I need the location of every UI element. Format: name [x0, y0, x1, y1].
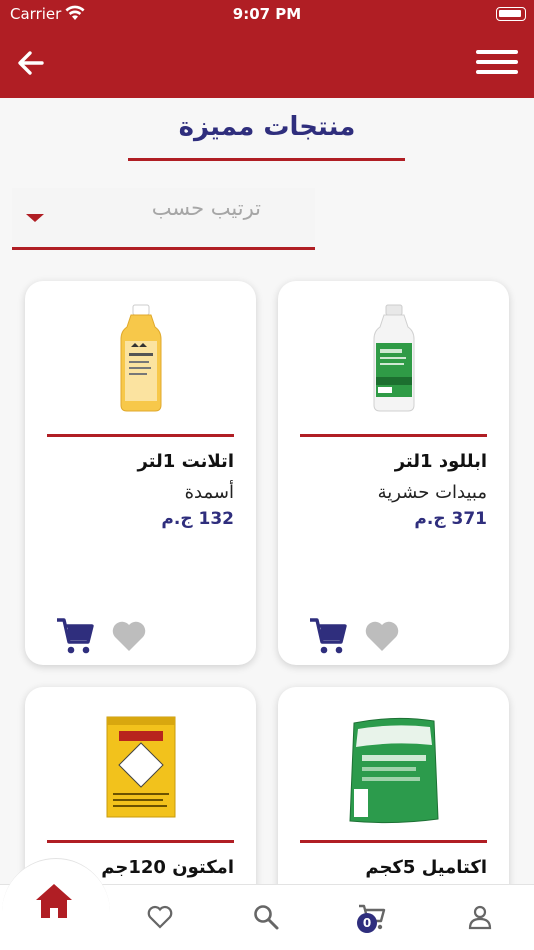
- tab-search[interactable]: [241, 894, 291, 940]
- product-image: [278, 303, 509, 413]
- app-bar: [0, 28, 534, 98]
- heart-icon: [147, 905, 173, 929]
- tab-favorites[interactable]: [135, 894, 185, 940]
- card-divider: [300, 434, 487, 437]
- heart-icon[interactable]: [364, 619, 400, 653]
- tab-profile[interactable]: [455, 894, 505, 940]
- menu-button[interactable]: [476, 46, 518, 80]
- chevron-down-icon: [26, 214, 44, 222]
- card-divider: [47, 840, 234, 843]
- card-divider: [300, 840, 487, 843]
- cart-badge: 0: [357, 913, 377, 933]
- status-bar: Carrier 9:07 PM: [0, 0, 534, 28]
- product-price: 132 ج.م: [161, 509, 234, 529]
- home-icon: [36, 884, 72, 918]
- product-name: ابللود 1لتر: [394, 451, 487, 472]
- card-divider: [47, 434, 234, 437]
- page-title: منتجات مميزة: [178, 112, 356, 142]
- product-category: أسمدة: [184, 482, 234, 503]
- menu-icon: [476, 50, 518, 54]
- status-time: 9:07 PM: [232, 5, 302, 23]
- heart-icon[interactable]: [111, 619, 147, 653]
- product-card[interactable]: ابللود 1لتر مبيدات حشرية 371 ج.م: [278, 281, 509, 665]
- product-name: اتلانت 1لتر: [137, 451, 234, 472]
- product-name: امكتون 120جم: [101, 857, 234, 878]
- tab-home[interactable]: [29, 878, 79, 924]
- product-image: [278, 715, 509, 825]
- back-arrow-icon[interactable]: [14, 46, 48, 80]
- product-card[interactable]: اتلانت 1لتر أسمدة 132 ج.م: [25, 281, 256, 665]
- sort-label: ترتيب حسب: [151, 196, 261, 220]
- cart-icon[interactable]: [55, 617, 95, 655]
- user-icon: [468, 905, 492, 930]
- sort-dropdown[interactable]: ترتيب حسب: [12, 188, 315, 250]
- title-underline: [128, 158, 405, 161]
- product-price: 371 ج.م: [414, 509, 487, 529]
- product-image: [25, 303, 256, 413]
- search-icon: [254, 905, 279, 930]
- battery-icon: [496, 7, 526, 21]
- product-image: [25, 715, 256, 825]
- product-name: اكتاميل 5كجم: [365, 857, 487, 878]
- product-category: مبيدات حشرية: [377, 482, 487, 503]
- cart-icon[interactable]: [308, 617, 348, 655]
